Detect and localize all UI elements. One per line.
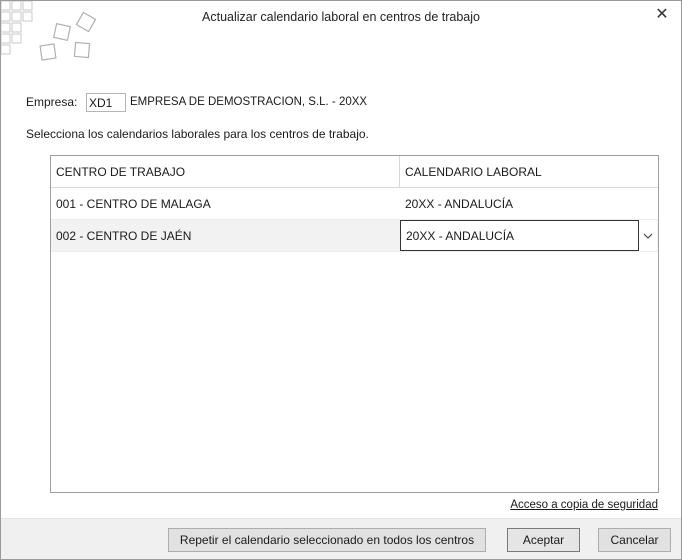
calendario-cell[interactable]: 20XX - ANDALUCÍA [400,188,658,219]
empresa-code-field[interactable]: XD1 [86,92,126,112]
calendario-select-value[interactable]: 20XX - ANDALUCÍA [400,220,639,251]
empresa-name: EMPRESA DE DEMOSTRACION, S.L. - 20XX [130,96,368,108]
window-title: Actualizar calendario laboral en centros… [202,10,480,24]
dialog-window: Actualizar calendario laboral en centros… [0,0,682,560]
chevron-down-icon[interactable] [639,220,657,251]
empresa-label: Empresa: [26,95,78,109]
table-row[interactable]: 002 - CENTRO DE JAÉN 20XX - ANDALUCÍA [51,220,658,252]
grid-header: CENTRO DE TRABAJO CALENDARIO LABORAL [51,156,658,188]
column-header-calendario[interactable]: CALENDARIO LABORAL [400,156,658,187]
accept-button[interactable]: Aceptar [507,528,580,552]
footer-bar: Repetir el calendario seleccionado en to… [1,518,681,559]
repeat-calendar-button[interactable]: Repetir el calendario seleccionado en to… [168,528,486,552]
close-icon[interactable]: ✕ [653,6,671,24]
table-row[interactable]: 001 - CENTRO DE MALAGA 20XX - ANDALUCÍA [51,188,658,220]
centro-cell: 001 - CENTRO DE MALAGA [56,196,211,211]
backup-link[interactable]: Acceso a copia de seguridad [510,499,658,511]
calendario-select[interactable]: 20XX - ANDALUCÍA [400,220,658,251]
calendar-grid: CENTRO DE TRABAJO CALENDARIO LABORAL 001… [50,155,659,493]
column-header-centro[interactable]: CENTRO DE TRABAJO [51,156,400,187]
centro-cell: 002 - CENTRO DE JAÉN [56,228,192,243]
cancel-button[interactable]: Cancelar [598,528,671,552]
instruction-text: Selecciona los calendarios laborales par… [26,127,369,141]
empresa-row: Empresa: XD1 EMPRESA DE DEMOSTRACION, S.… [26,92,367,112]
